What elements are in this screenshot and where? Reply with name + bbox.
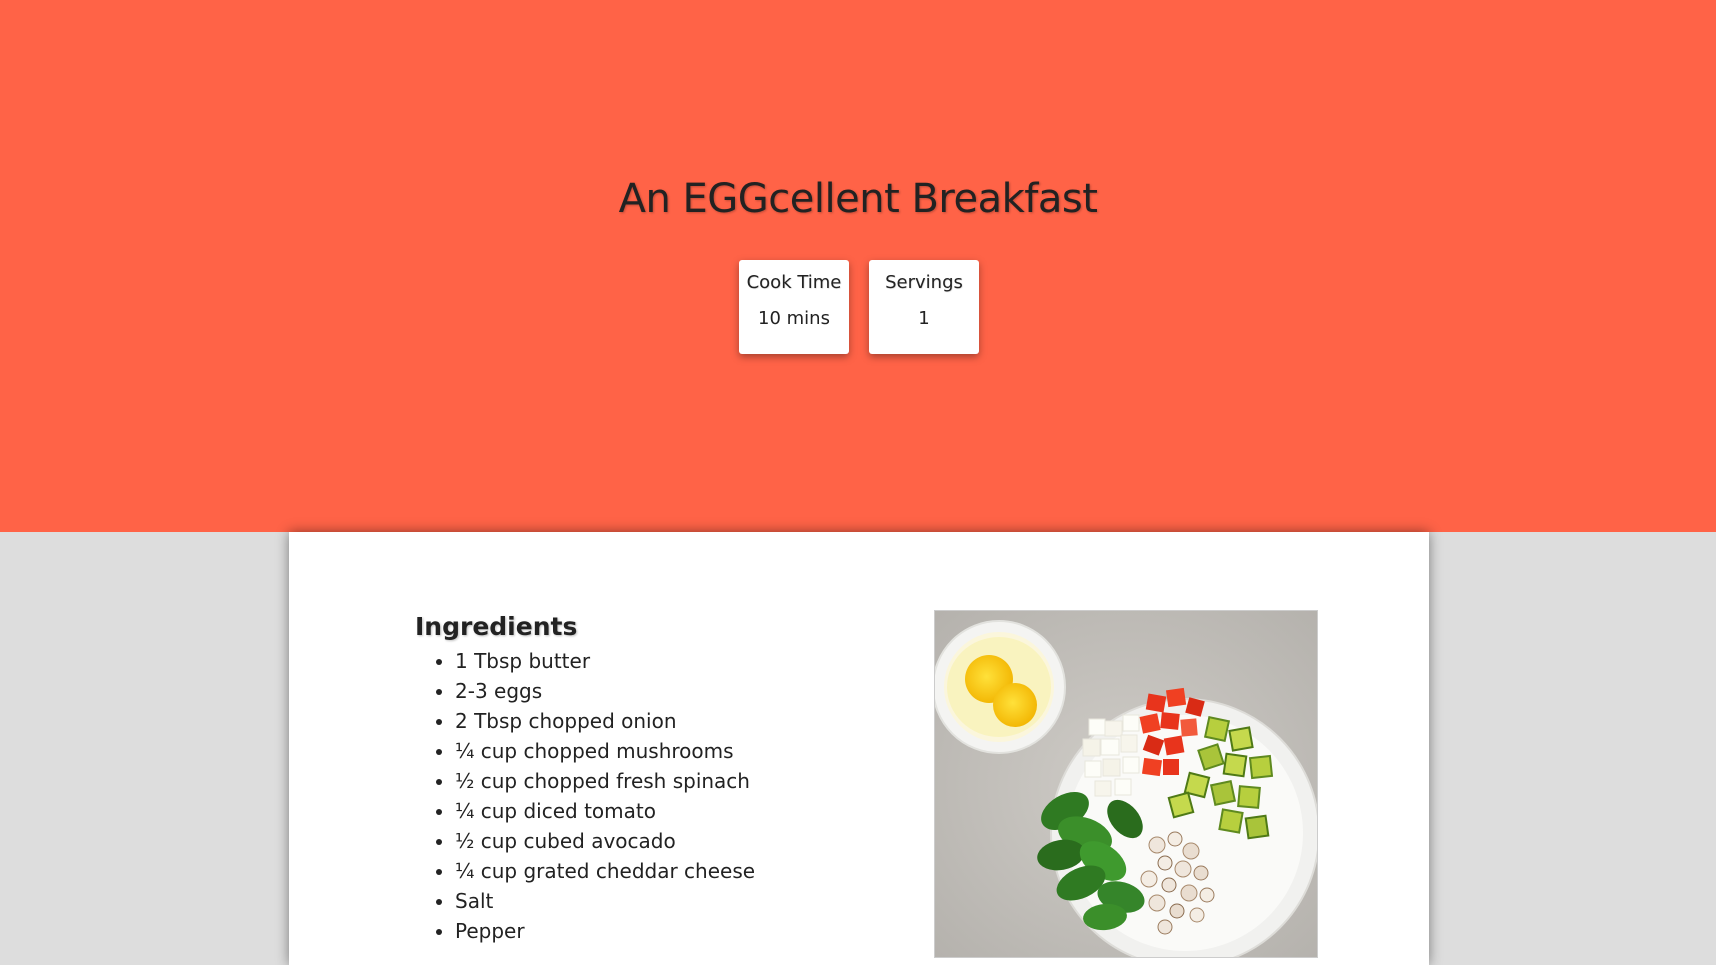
ingredient-item: Pepper [455, 916, 755, 946]
cook-time-label: Cook Time [746, 272, 842, 293]
servings-card: Servings 1 [869, 260, 979, 354]
servings-label: Servings [885, 272, 963, 293]
ingredient-item: ¼ cup grated cheddar cheese [455, 856, 755, 886]
ingredient-item: ¼ cup diced tomato [455, 796, 755, 826]
egg-bowl [935, 620, 1066, 754]
ingredient-item: ¼ cup chopped mushrooms [455, 736, 755, 766]
servings-value: 1 [918, 308, 930, 329]
ingredient-item: ½ cup chopped fresh spinach [455, 766, 755, 796]
ingredient-item: 1 Tbsp butter [455, 646, 755, 676]
ingredient-item: 2 Tbsp chopped onion [455, 706, 755, 736]
cook-time-card: Cook Time 10 mins [739, 260, 849, 354]
breakfast-ingredients-photo [934, 610, 1318, 958]
cook-time-value: 10 mins [758, 308, 830, 329]
ingredients-heading: Ingredients [415, 612, 578, 641]
ingredient-item: 2-3 eggs [455, 676, 755, 706]
recipe-title: An EGGcellent Breakfast [618, 176, 1098, 222]
hero-banner: An EGGcellent Breakfast Cook Time 10 min… [0, 0, 1716, 532]
ingredients-list: 1 Tbsp butter 2-3 eggs 2 Tbsp chopped on… [415, 646, 755, 946]
ingredient-item: ½ cup cubed avocado [455, 826, 755, 856]
food-photo-illustration [935, 611, 1317, 957]
ingredient-item: Salt [455, 886, 755, 916]
recipe-content-card: Ingredients 1 Tbsp butter 2-3 eggs 2 Tbs… [289, 532, 1429, 965]
